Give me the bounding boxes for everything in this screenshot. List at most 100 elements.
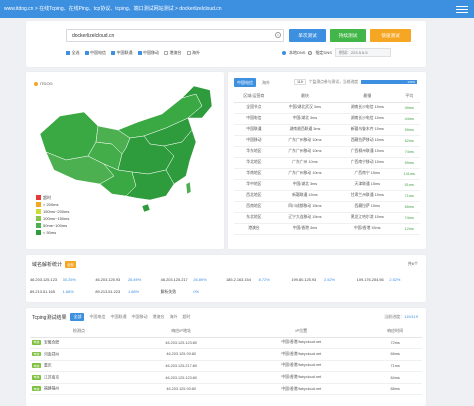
parse-grid: 46.203.125.123 30.25% 46.203.125.93 26.89% 4… (30, 275, 422, 296)
custom-dns-radio[interactable] (308, 50, 313, 55)
response-time: 71ms (368, 360, 422, 373)
tab-telecom[interactable]: 中国电信 (234, 78, 256, 87)
result-filter-3[interactable]: 中国移动 (131, 314, 147, 320)
stats-row: 东北地区 辽宁大连移动 15ms 黑龙江哈尔滨 15ms 74ms (234, 212, 420, 224)
custom-dns-input[interactable] (334, 48, 391, 57)
parse-badge[interactable]: 全部 (65, 261, 76, 268)
filter-label: 全选 (71, 50, 80, 55)
results-column-header: 响应IP地址 (128, 326, 235, 338)
stats-cell: 新疆乌鲁木齐 15ms (336, 124, 399, 136)
legend-item: 50ms~100ms (36, 222, 69, 229)
response-time: 84ms (368, 371, 422, 384)
parse-percent: 2.52% (324, 277, 336, 282)
region-stats-table: 区域/运营商 最快 最慢 平均 全国节点 中国/湖北武汉 3ms 湖南长沙电信 15ms 4… (234, 90, 420, 235)
breadcrumb[interactable]: www.itdog.cn > 在线Tcping、在线Ping、tcp协议、tcp… (4, 5, 222, 12)
results-progress-value: 119/119 (404, 314, 418, 319)
stats-cell: 65ms (398, 201, 420, 213)
single-test-button[interactable]: 单次测试 (289, 29, 326, 42)
filter-checkbox-1[interactable]: 中国电信 (84, 50, 106, 56)
legend-item: 100ms~150ms (36, 215, 69, 222)
local-dns-radio[interactable] (282, 50, 286, 55)
legend-label: 50ms~100ms (43, 223, 68, 228)
parse-percent: 30.25% (62, 277, 76, 282)
stats-cell: 59ms (398, 157, 420, 169)
result-filter-2[interactable]: 中国联通 (110, 314, 126, 320)
custom-dns-label: 指定DNS (315, 49, 332, 55)
results-progress: 当前进度：119/119 (384, 314, 418, 320)
domain-input[interactable] (66, 29, 284, 42)
stats-row: 全国节点 中国/湖北武汉 3ms 湖南长沙电信 15ms 49ms (234, 102, 420, 114)
result-filter-6[interactable]: 超时 (182, 314, 190, 320)
filter-checkbox-4[interactable]: 港澳台 (164, 50, 182, 56)
ip-location: 中国/香港/fairycloud.net (234, 383, 369, 396)
legend-label: 150ms~200ms (43, 209, 70, 214)
checkbox-icon[interactable] (84, 51, 89, 55)
stats-cell: 广东广州移动 10ms (273, 146, 337, 158)
results-column-header: 检测点 (30, 326, 129, 338)
stats-column-header: 最快 (273, 90, 337, 103)
result-filter-4[interactable]: 港澳台 (152, 314, 164, 320)
parse-ip: 46.203.125.123 (30, 277, 58, 282)
stats-cell: 59ms (398, 124, 420, 136)
results-header: Tcping测试结果 全部 中国电信 中国联通 中国移动 港澳台 海外 超时 (32, 313, 190, 321)
stats-row: 中国移动 广东广州移动 10ms 西藏拉萨移动 15ms 62ms (234, 135, 420, 147)
legend-item: < 50ms (36, 229, 69, 236)
stats-cell: 西南地区 (234, 201, 274, 213)
stats-cell: 中国/香港 3ms (273, 223, 337, 235)
table-row[interactable]: 电信 江苏南京 46.203.125.123:80 中国/香港/fairycloud.… (30, 371, 422, 384)
fast-test-button[interactable]: 快速测试 (370, 29, 411, 42)
menu-icon[interactable] (456, 4, 468, 14)
stats-cell: 141ms (398, 168, 420, 180)
filter-checkbox-5[interactable]: 海外 (186, 50, 200, 56)
stats-cell: 62ms (398, 135, 420, 147)
response-ip: 46.203.125.93:80 (128, 348, 235, 361)
stats-cell: 东北地区 (234, 212, 274, 224)
result-filter-1[interactable]: 中国电信 (89, 314, 105, 320)
continuous-test-button[interactable]: 持续测试 (330, 29, 366, 42)
result-filter-0[interactable]: 全部 (70, 313, 85, 321)
stats-row: 华北地区 广东广州 10ms 广西南宁移动 15ms 59ms (234, 157, 420, 169)
clear-icon[interactable]: × (275, 32, 281, 38)
legend-swatch (36, 202, 41, 207)
checkbox-icon[interactable] (137, 51, 142, 55)
stats-row: 中国电信 中国/湖北 3ms 湖南长沙电信 15ms 44ms (234, 113, 420, 125)
table-row[interactable]: 电信 安徽合肥 46.203.125.123:80 中国/香港/fairycloud.… (30, 337, 422, 350)
stats-cell: 西藏拉萨 15ms (336, 201, 399, 213)
node-count: 119 (294, 79, 306, 85)
parse-percent: 1.68% (128, 289, 140, 294)
response-time: 88ms (368, 383, 422, 396)
result-filter-5[interactable]: 海外 (169, 314, 177, 320)
filter-checkbox-2[interactable]: 中国联通 (111, 50, 133, 56)
stats-cell: 广西南宁移动 15ms (336, 157, 399, 169)
stats-cell: 49ms (398, 102, 420, 114)
stats-row: 西北地区 新疆联通 15ms 甘肃兰州联通 15ms 71ms (234, 190, 420, 202)
parse-percent: 26.89% (193, 277, 207, 282)
checkbox-icon[interactable] (66, 51, 70, 55)
parse-title: 域名解析统计 全部 (32, 261, 76, 268)
parse-percent: 26.89% (128, 277, 142, 282)
node-name: 安徽合肥 (44, 340, 60, 345)
parse-ip: 46.203.125.93 (95, 277, 121, 282)
checkbox-icon[interactable] (164, 51, 168, 55)
filter-checkbox-0[interactable]: 全选 (66, 50, 80, 56)
stats-cell: 华南地区 (234, 168, 274, 180)
filter-label: 中国移动 (143, 50, 159, 55)
checkbox-icon[interactable] (111, 51, 115, 55)
progress-bar: 100% (361, 80, 418, 84)
table-row[interactable]: 电信 重庆 46.203.125.217:80 中国/香港/fairycloud.ne… (30, 360, 422, 373)
legend-swatch (36, 209, 41, 214)
node-cell: 电信 江苏南京 (30, 371, 129, 384)
stats-cell: 中国联通 (234, 124, 274, 136)
tab-overseas[interactable]: 海外 (259, 78, 273, 87)
table-row[interactable]: 电信 福建福州 46.203.125.93:80 中国/香港/fairycloud.n… (30, 383, 422, 396)
table-row[interactable]: 电信 河南郑州 46.203.125.93:80 中国/香港/fairycloud.n… (30, 348, 422, 361)
stats-row: 港澳台 中国/香港 3ms 中国/香港 15ms 12ms (234, 223, 420, 235)
filter-checkbox-3[interactable]: 中国移动 (137, 50, 159, 56)
stats-cell: 华北地区 (234, 157, 274, 169)
stats-column-header: 平均 (398, 90, 420, 103)
local-dns-label: 本地DNS (289, 49, 306, 55)
filter-label: 海外 (192, 50, 200, 55)
stats-cell: 广西柳州联通 15ms (336, 146, 399, 158)
checkbox-icon[interactable] (186, 51, 191, 55)
map-legend: 超时 > 200ms 150ms~200ms 100ms~150ms 50ms~100m… (36, 194, 69, 236)
